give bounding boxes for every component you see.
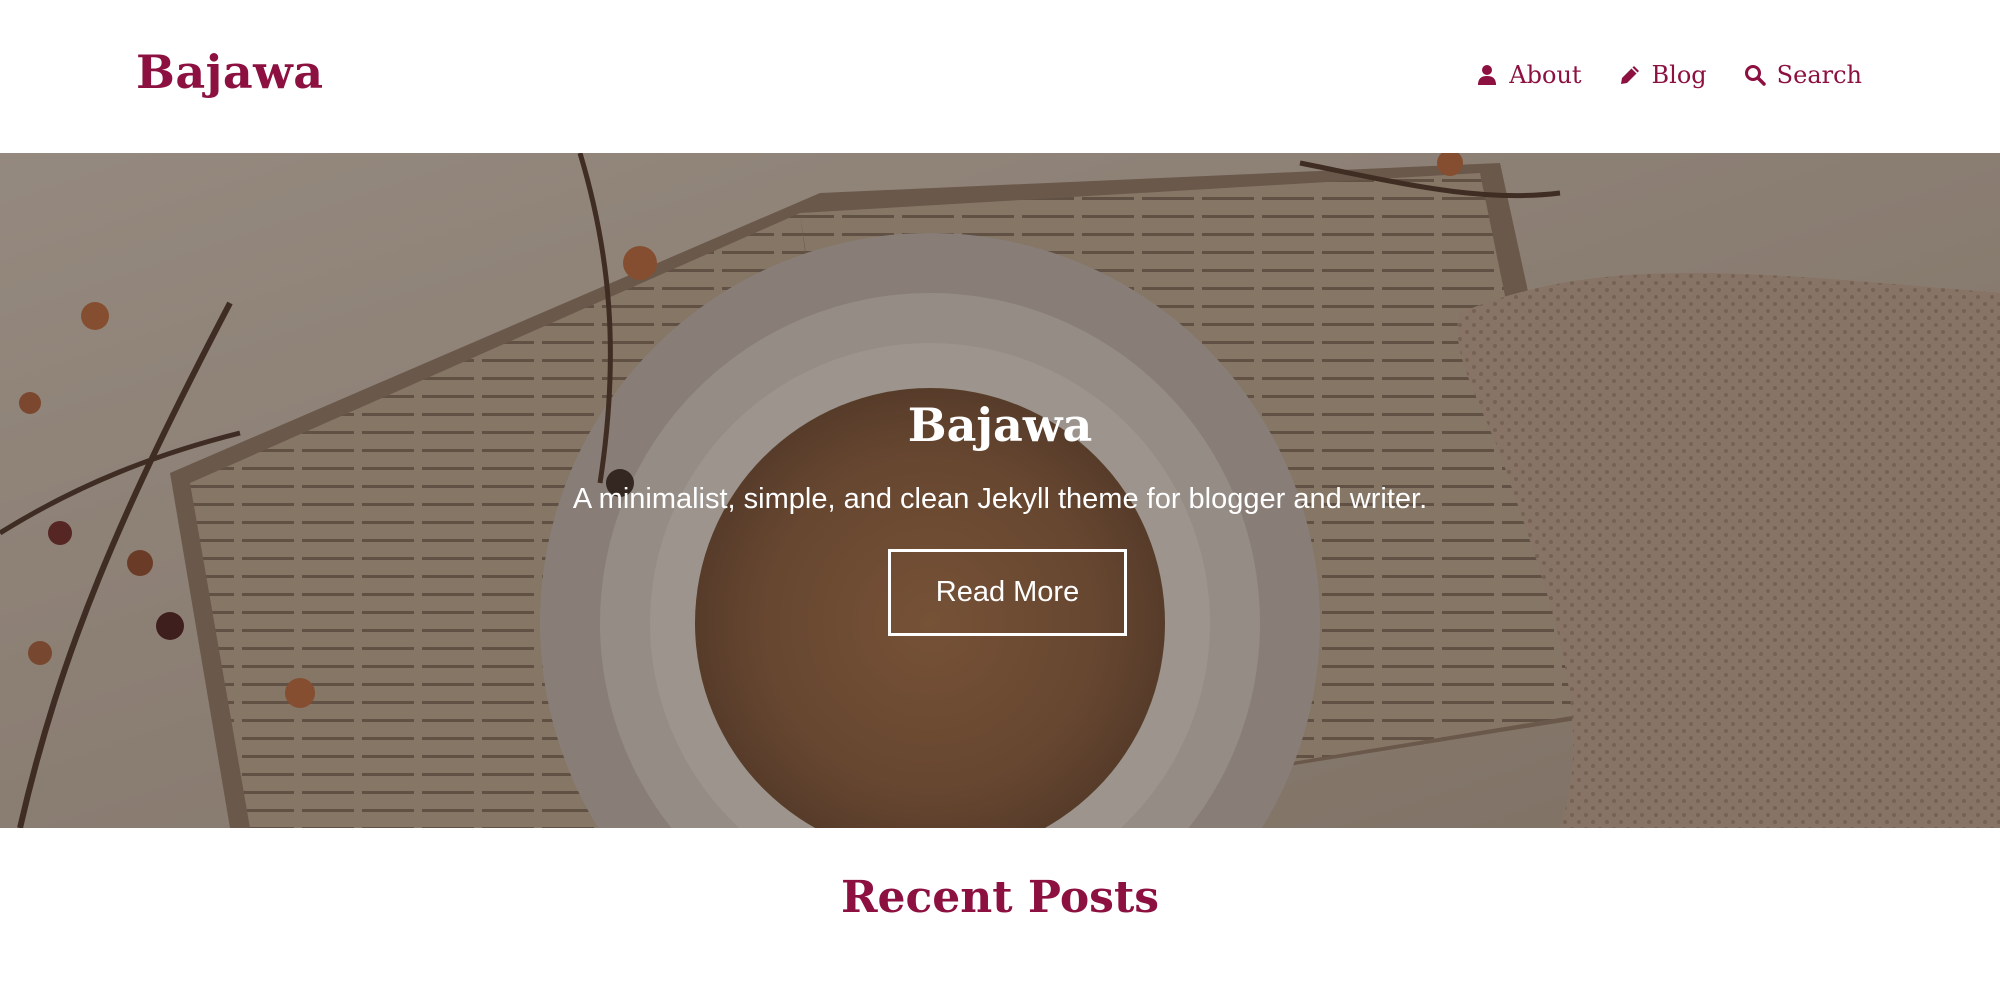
hero-content: Bajawa A minimalist, simple, and clean J…	[0, 153, 2000, 828]
nav-item-label: About	[1509, 61, 1582, 89]
nav-item-label: Blog	[1651, 61, 1707, 89]
recent-posts-section: Recent Posts	[0, 828, 2000, 996]
read-more-button[interactable]: Read More	[888, 549, 1127, 636]
hero-title: Bajawa	[907, 398, 1093, 452]
search-icon	[1744, 64, 1766, 86]
nav-item-label: Search	[1776, 61, 1862, 89]
nav-item-search[interactable]: Search	[1744, 55, 1862, 95]
user-icon	[1476, 64, 1498, 86]
main-nav: About Blog Search	[1476, 55, 1862, 95]
site-header: Bajawa About Blog Search	[0, 0, 2000, 153]
recent-posts-title: Recent Posts	[840, 872, 1160, 923]
pencil-icon	[1619, 64, 1641, 86]
brand-logo-link[interactable]: Bajawa	[136, 38, 324, 106]
nav-item-blog[interactable]: Blog	[1619, 55, 1707, 95]
nav-item-about[interactable]: About	[1476, 55, 1582, 95]
hero-section: Bajawa A minimalist, simple, and clean J…	[0, 153, 2000, 828]
hero-subtitle: A minimalist, simple, and clean Jekyll t…	[572, 483, 1428, 515]
